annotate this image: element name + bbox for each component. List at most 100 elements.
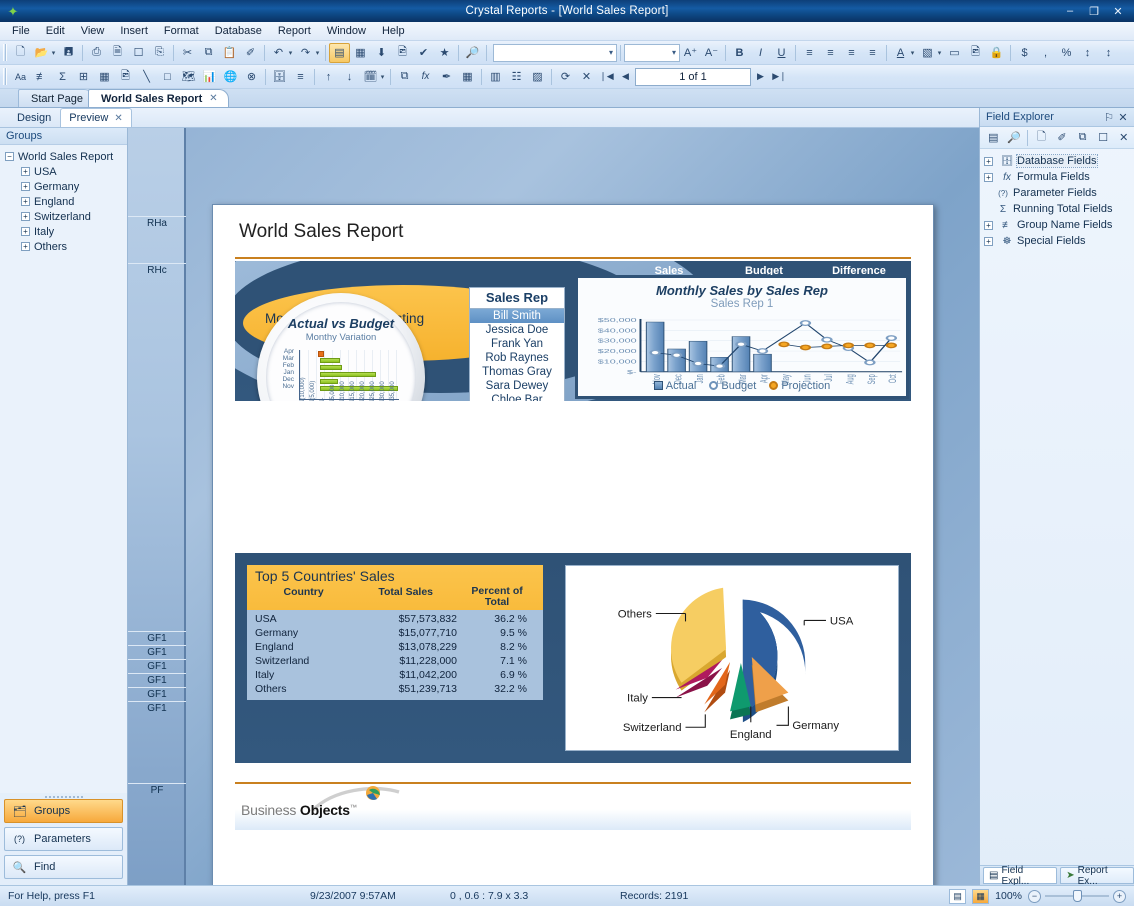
- close-icon[interactable]: ✕: [1116, 111, 1130, 124]
- align-right-button[interactable]: ≡: [841, 43, 862, 63]
- menu-file[interactable]: File: [4, 23, 38, 39]
- menu-database[interactable]: Database: [207, 23, 270, 39]
- tree-node-england[interactable]: + England: [5, 194, 127, 209]
- close-button[interactable]: ✕: [1107, 3, 1129, 19]
- menu-help[interactable]: Help: [374, 23, 413, 39]
- minimize-button[interactable]: –: [1059, 3, 1081, 19]
- insert-picture-button[interactable]: 🖻: [115, 67, 136, 87]
- tab-preview[interactable]: Preview ✕: [60, 108, 132, 127]
- section-marker-rha[interactable]: RHa: [128, 216, 186, 229]
- delete-field-button[interactable]: ✕: [1113, 128, 1134, 148]
- menu-edit[interactable]: Edit: [38, 23, 73, 39]
- justify-button[interactable]: ≡: [862, 43, 883, 63]
- background-color-dropdown-arrow[interactable]: ▾: [935, 49, 944, 57]
- design-mode-button[interactable]: ▨: [527, 67, 548, 87]
- section-marker-gf1[interactable]: GF1: [128, 673, 186, 686]
- align-left-button[interactable]: ≡: [799, 43, 820, 63]
- cross-tab-expert-button[interactable]: ▦: [457, 67, 478, 87]
- page-number-field[interactable]: 1 of 1: [635, 67, 751, 86]
- tree-node-italy[interactable]: + Italy: [5, 224, 127, 239]
- first-page-button[interactable]: ❘◀: [597, 67, 616, 86]
- menu-view[interactable]: View: [73, 23, 113, 39]
- insert-olap-grid-button[interactable]: ▦: [94, 67, 115, 87]
- underline-button[interactable]: U: [771, 43, 792, 63]
- tree-node-special-fields[interactable]: + ☸ Special Fields: [984, 233, 1134, 249]
- expand-icon[interactable]: +: [984, 220, 993, 230]
- tree-node-group-name-fields[interactable]: + ≢ Group Name Fields: [984, 217, 1134, 233]
- tree-node-others[interactable]: + Others: [5, 239, 127, 254]
- print-layout-view-button[interactable]: ▦: [972, 888, 990, 904]
- expand-icon[interactable]: +: [21, 182, 30, 191]
- italic-button[interactable]: I: [750, 43, 771, 63]
- expand-icon[interactable]: +: [984, 156, 993, 166]
- print-preview-button[interactable]: 🗎: [107, 43, 128, 63]
- toolbar-grip[interactable]: [3, 44, 8, 61]
- insert-summary-button[interactable]: ≢: [31, 67, 52, 87]
- tab-design[interactable]: Design: [8, 108, 60, 127]
- expand-icon[interactable]: +: [21, 242, 30, 251]
- thousands-separator-button[interactable]: ,: [1035, 43, 1056, 63]
- parameters-button[interactable]: (?) Parameters: [4, 827, 123, 851]
- align-center-button[interactable]: ≡: [820, 43, 841, 63]
- new-field-button[interactable]: 🗋: [1031, 128, 1052, 148]
- list-item[interactable]: Thomas Gray: [470, 365, 564, 379]
- decrease-font-size-button[interactable]: A⁻: [701, 43, 722, 63]
- copy-button[interactable]: ⧉: [198, 43, 219, 63]
- undo-dropdown-arrow[interactable]: ▾: [286, 49, 295, 57]
- tree-node-parameter-fields[interactable]: (?) Parameter Fields: [984, 185, 1134, 201]
- tree-node-database-fields[interactable]: + 🗄 Database Fields: [984, 153, 1134, 169]
- section-marker-gf1[interactable]: GF1: [128, 687, 186, 700]
- template-expert-button[interactable]: ▥: [485, 67, 506, 87]
- sort-ascending-button[interactable]: ↑: [318, 67, 339, 87]
- monthly-sales-chart[interactable]: Monthly Sales by Sales Rep Sales Rep 1 $…: [575, 275, 909, 399]
- pin-icon[interactable]: ⚐: [1102, 111, 1116, 124]
- expand-icon[interactable]: +: [21, 167, 30, 176]
- save-button[interactable]: 🖪: [58, 43, 79, 63]
- decrease-decimals-button[interactable]: ↕: [1098, 43, 1119, 63]
- list-item[interactable]: Jessica Doe: [470, 323, 564, 337]
- maximize-button[interactable]: ❐: [1083, 3, 1105, 19]
- currency-format-button[interactable]: $: [1014, 43, 1035, 63]
- tab-world-sales-report[interactable]: World Sales Report ✕: [87, 89, 229, 107]
- tab-field-explorer[interactable]: ▤ Field Expl...: [983, 865, 1058, 887]
- toggle-field-explorer-button[interactable]: ▤: [329, 42, 350, 63]
- insert-map-button[interactable]: 🗺: [178, 67, 199, 87]
- insert-box-button[interactable]: □: [157, 67, 178, 87]
- paste-button[interactable]: 📋: [219, 43, 240, 63]
- tree-node-running-total-fields[interactable]: Σ Running Total Fields: [984, 201, 1134, 217]
- toolbar-grip[interactable]: [3, 68, 8, 85]
- insert-web-object-button[interactable]: 🌐: [220, 67, 241, 87]
- group-expert-button[interactable]: ⧉: [394, 67, 415, 87]
- next-page-button[interactable]: ▶: [751, 67, 770, 86]
- expand-icon[interactable]: +: [21, 212, 30, 221]
- zoom-slider[interactable]: − +: [1028, 889, 1126, 903]
- workbench-button[interactable]: ★: [434, 43, 455, 63]
- insert-chart-button[interactable]: 📊: [199, 67, 220, 87]
- open-dropdown-arrow[interactable]: ▾: [49, 49, 58, 57]
- cut-button[interactable]: ✂: [177, 43, 198, 63]
- edit-field-button[interactable]: ✐: [1052, 128, 1073, 148]
- tree-node-switzerland[interactable]: + Switzerland: [5, 209, 127, 224]
- percent-format-button[interactable]: %: [1056, 43, 1077, 63]
- tab-start-page[interactable]: Start Page: [18, 89, 94, 107]
- zoom-in-button[interactable]: +: [1113, 889, 1126, 903]
- font-family-combo[interactable]: [493, 43, 617, 62]
- format-painter-button[interactable]: ✐: [240, 43, 261, 63]
- formula-workshop-button[interactable]: fx: [415, 67, 436, 87]
- menu-report[interactable]: Report: [270, 23, 319, 39]
- stop-button[interactable]: ✕: [576, 67, 597, 87]
- section-marker-gf1[interactable]: GF1: [128, 659, 186, 672]
- select-expert-button[interactable]: ✔: [413, 43, 434, 63]
- duplicate-field-button[interactable]: ☐: [1093, 128, 1114, 148]
- expand-icon[interactable]: +: [21, 197, 30, 206]
- filter-dropdown-arrow[interactable]: ▾: [378, 73, 387, 81]
- find-button[interactable]: 🔍 Find: [4, 855, 123, 879]
- suppress-button[interactable]: ▭: [944, 43, 965, 63]
- refresh-data-button[interactable]: ⟳: [555, 67, 576, 87]
- page-setup-button[interactable]: ⎘: [149, 43, 170, 63]
- menu-window[interactable]: Window: [319, 23, 374, 39]
- increase-decimals-button[interactable]: ↕: [1077, 43, 1098, 63]
- list-item[interactable]: Rob Raynes: [470, 351, 564, 365]
- section-marker-rhc[interactable]: RHc: [128, 263, 186, 276]
- sort-descending-button[interactable]: ↓: [339, 67, 360, 87]
